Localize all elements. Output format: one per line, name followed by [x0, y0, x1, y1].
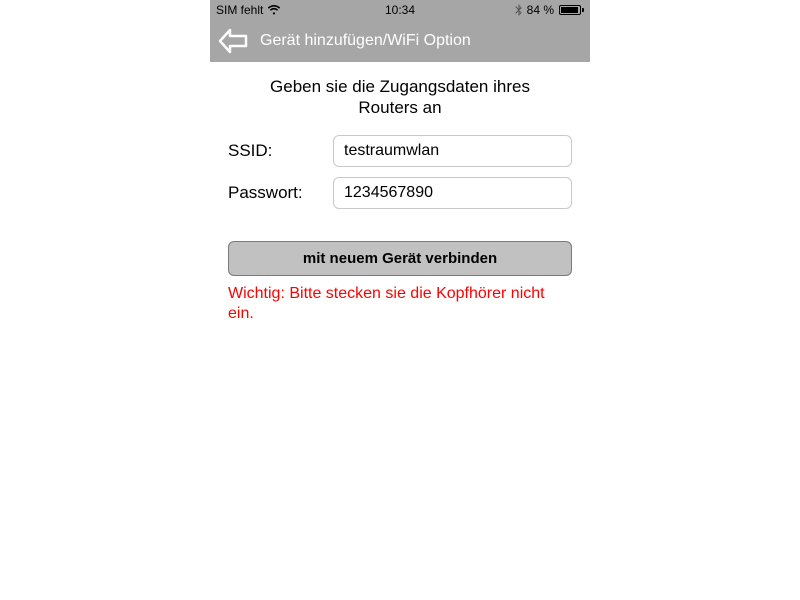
battery-icon: [559, 5, 584, 15]
phone-screen: SIM fehlt 10:34 84 % Gerät hinzufügen/Wi…: [210, 0, 590, 325]
ssid-row: SSID:: [228, 135, 572, 167]
content-area: Geben sie die Zugangsdaten ihres Routers…: [210, 62, 590, 325]
battery-percent: 84 %: [527, 3, 554, 17]
bluetooth-icon: [515, 4, 522, 16]
back-arrow-icon: [218, 27, 250, 55]
password-label: Passwort:: [228, 183, 333, 203]
ssid-label: SSID:: [228, 141, 333, 161]
ssid-input[interactable]: [333, 135, 572, 167]
back-button[interactable]: [218, 27, 250, 55]
status-left: SIM fehlt: [216, 3, 281, 17]
carrier-text: SIM fehlt: [216, 3, 263, 17]
status-bar: SIM fehlt 10:34 84 %: [210, 0, 590, 20]
password-input[interactable]: [333, 177, 572, 209]
nav-title: Gerät hinzufügen/WiFi Option: [260, 32, 471, 50]
wifi-icon: [267, 5, 281, 15]
nav-bar: Gerät hinzufügen/WiFi Option: [210, 20, 590, 62]
status-right: 84 %: [515, 3, 584, 17]
connect-button[interactable]: mit neuem Gerät verbinden: [228, 241, 572, 276]
status-time: 10:34: [385, 3, 415, 17]
warning-text: Wichtig: Bitte stecken sie die Kopfhörer…: [228, 284, 572, 326]
password-row: Passwort:: [228, 177, 572, 209]
instruction-text: Geben sie die Zugangsdaten ihres Routers…: [228, 76, 572, 119]
